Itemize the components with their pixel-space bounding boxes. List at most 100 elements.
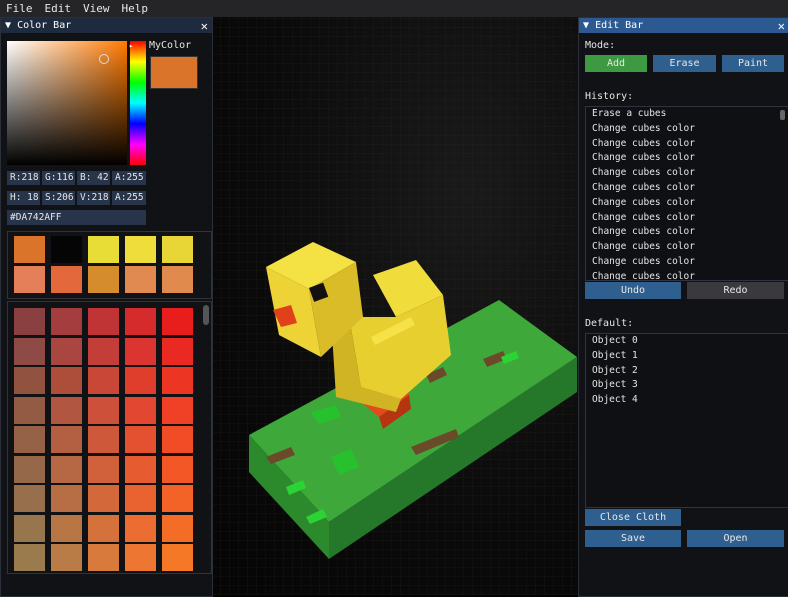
saturation-value-picker[interactable] xyxy=(7,41,127,165)
grid-swatch[interactable] xyxy=(14,544,45,571)
blue-field[interactable]: B: 42 xyxy=(77,171,110,185)
close-cloth-button[interactable]: Close Cloth xyxy=(585,509,681,526)
grid-swatch[interactable] xyxy=(162,485,193,512)
grid-swatch[interactable] xyxy=(125,544,156,571)
grid-swatch[interactable] xyxy=(51,544,82,571)
grid-swatch[interactable] xyxy=(51,485,82,512)
history-item[interactable]: Change cubes color xyxy=(586,166,788,181)
grid-swatch[interactable] xyxy=(162,308,193,335)
hue-marker-icon[interactable]: ▸ xyxy=(129,42,133,50)
grid-swatch[interactable] xyxy=(162,337,193,365)
grid-swatch[interactable] xyxy=(88,426,119,453)
object-item[interactable]: Object 2 xyxy=(586,364,788,379)
history-item[interactable]: Erase a cubes xyxy=(586,107,788,122)
grid-swatch[interactable] xyxy=(14,426,45,453)
open-button[interactable]: Open xyxy=(687,530,784,547)
grid-swatch[interactable] xyxy=(51,514,82,542)
alpha-field[interactable]: A:255 xyxy=(112,171,146,185)
palette-swatch[interactable] xyxy=(162,266,193,293)
grid-swatch[interactable] xyxy=(51,308,82,335)
history-item[interactable]: Change cubes color xyxy=(586,151,788,166)
history-item[interactable]: Change cubes color xyxy=(586,181,788,196)
palette-swatch[interactable] xyxy=(125,266,156,293)
grid-swatch[interactable] xyxy=(88,337,119,365)
object-item[interactable]: Object 1 xyxy=(586,349,788,364)
grid-swatch[interactable] xyxy=(88,514,119,542)
close-icon[interactable]: ✕ xyxy=(201,19,208,33)
grid-swatch[interactable] xyxy=(162,544,193,571)
picker-cursor[interactable] xyxy=(99,54,109,64)
grid-swatch[interactable] xyxy=(88,455,119,483)
grid-swatch[interactable] xyxy=(88,367,119,394)
grid-swatch[interactable] xyxy=(162,367,193,394)
palette-swatch[interactable] xyxy=(51,266,82,293)
grid-swatch[interactable] xyxy=(125,426,156,453)
menu-help[interactable]: Help xyxy=(116,2,155,15)
green-field[interactable]: G:116 xyxy=(42,171,75,185)
history-item[interactable]: Change cubes color xyxy=(586,270,788,280)
menu-edit[interactable]: Edit xyxy=(39,2,78,15)
close-icon[interactable]: ✕ xyxy=(778,19,785,33)
alpha-field-hsv[interactable]: A:255 xyxy=(112,191,146,205)
menu-file[interactable]: File xyxy=(0,2,39,15)
grid-swatch[interactable] xyxy=(162,426,193,453)
save-button[interactable]: Save xyxy=(585,530,681,547)
object-item[interactable]: Object 0 xyxy=(586,334,788,349)
redo-button[interactable]: Redo xyxy=(687,282,784,299)
hue-slider[interactable] xyxy=(130,41,146,165)
grid-swatch[interactable] xyxy=(125,396,156,424)
object-item[interactable]: Object 4 xyxy=(586,393,788,408)
history-item[interactable]: Change cubes color xyxy=(586,240,788,255)
grid-swatch[interactable] xyxy=(125,485,156,512)
history-item[interactable]: Change cubes color xyxy=(586,137,788,152)
grid-swatch[interactable] xyxy=(125,367,156,394)
object-item[interactable]: Object 3 xyxy=(586,378,788,393)
history-item[interactable]: Change cubes color xyxy=(586,122,788,137)
grid-swatch[interactable] xyxy=(162,455,193,483)
history-item[interactable]: Change cubes color xyxy=(586,225,788,240)
grid-swatch[interactable] xyxy=(51,396,82,424)
scrollbar[interactable] xyxy=(780,110,785,120)
grid-swatch[interactable] xyxy=(125,514,156,542)
red-field[interactable]: R:218 xyxy=(7,171,40,185)
saturation-field[interactable]: S:206 xyxy=(42,191,75,205)
grid-swatch[interactable] xyxy=(88,544,119,571)
history-list[interactable]: Erase a cubes Change cubes color Change cu… xyxy=(585,106,788,281)
palette-swatch[interactable] xyxy=(51,236,82,263)
grid-swatch[interactable] xyxy=(14,308,45,335)
grid-swatch[interactable] xyxy=(51,367,82,394)
add-mode-button[interactable]: Add xyxy=(585,55,647,72)
grid-swatch[interactable] xyxy=(51,426,82,453)
palette-swatch[interactable] xyxy=(14,266,45,293)
palette-swatch[interactable] xyxy=(88,236,119,263)
grid-swatch[interactable] xyxy=(14,455,45,483)
palette-swatch[interactable] xyxy=(14,236,45,263)
menu-view[interactable]: View xyxy=(77,2,116,15)
history-item[interactable]: Change cubes color xyxy=(586,196,788,211)
3d-viewport[interactable] xyxy=(211,17,578,595)
grid-swatch[interactable] xyxy=(14,396,45,424)
hex-field[interactable]: #DA742AFF xyxy=(7,210,146,225)
palette-swatch[interactable] xyxy=(88,266,119,293)
history-item[interactable]: Change cubes color xyxy=(586,255,788,270)
grid-swatch[interactable] xyxy=(162,514,193,542)
value-field[interactable]: V:218 xyxy=(77,191,110,205)
grid-swatch[interactable] xyxy=(125,455,156,483)
grid-swatch[interactable] xyxy=(14,367,45,394)
grid-swatch[interactable] xyxy=(125,308,156,335)
grid-swatch[interactable] xyxy=(88,485,119,512)
grid-swatch[interactable] xyxy=(14,485,45,512)
history-item[interactable]: Change cubes color xyxy=(586,211,788,226)
erase-mode-button[interactable]: Erase xyxy=(653,55,716,72)
default-objects-list[interactable]: Object 0 Object 1 Object 2 Object 3 Object 4 xyxy=(585,333,788,508)
grid-swatch[interactable] xyxy=(14,337,45,365)
scrollbar[interactable] xyxy=(203,305,209,325)
grid-swatch[interactable] xyxy=(51,337,82,365)
palette-swatch[interactable] xyxy=(162,236,193,263)
grid-swatch[interactable] xyxy=(88,396,119,424)
palette-swatch[interactable] xyxy=(125,236,156,263)
collapse-arrow-icon[interactable]: ▼ xyxy=(583,20,589,31)
collapse-arrow-icon[interactable]: ▼ xyxy=(5,20,11,31)
grid-swatch[interactable] xyxy=(125,337,156,365)
grid-swatch[interactable] xyxy=(162,396,193,424)
